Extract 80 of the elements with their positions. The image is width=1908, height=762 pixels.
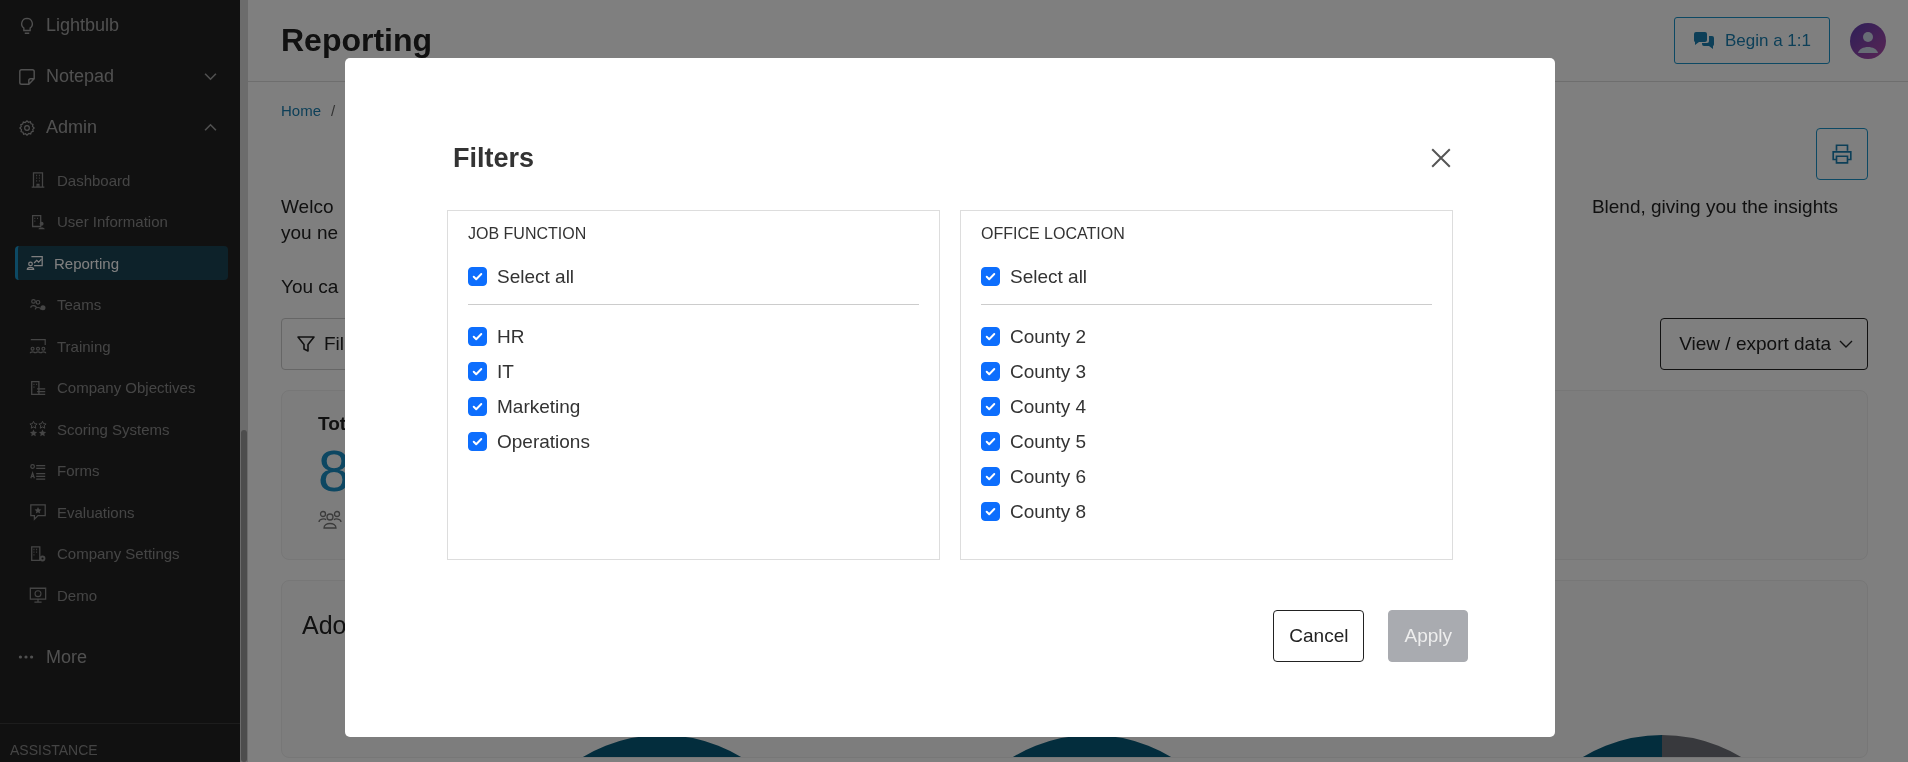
close-button[interactable] xyxy=(1430,147,1452,169)
checkbox-label[interactable]: County 2 xyxy=(1010,325,1087,348)
checkbox[interactable] xyxy=(981,432,1000,451)
chevron-icon xyxy=(203,72,218,81)
check-icon xyxy=(984,400,997,413)
checkbox-label[interactable]: County 8 xyxy=(1010,500,1087,523)
note-icon xyxy=(18,67,36,86)
avatar[interactable] xyxy=(1850,22,1886,59)
checkbox-label[interactable]: Operations xyxy=(497,430,590,453)
checkbox-label[interactable]: Select all xyxy=(1010,265,1088,288)
dialog-title: Filters xyxy=(453,142,535,174)
checkbox[interactable] xyxy=(468,432,487,451)
begin-button[interactable]: Begin a 1:1 xyxy=(1674,17,1830,64)
checkbox[interactable] xyxy=(981,502,1000,521)
card-title: Tot xyxy=(318,413,347,435)
chat-icon xyxy=(1693,31,1715,50)
cancel-button[interactable]: Cancel xyxy=(1273,610,1365,662)
people-icon xyxy=(29,337,47,355)
filter-icon xyxy=(296,334,316,354)
check-icon xyxy=(471,435,484,448)
checkbox[interactable] xyxy=(468,267,487,286)
check-icon xyxy=(984,365,997,378)
check-icon xyxy=(471,365,484,378)
breadcrumb-separator: / xyxy=(331,102,336,119)
checkbox-label[interactable]: County 4 xyxy=(1010,395,1087,418)
checkbox[interactable] xyxy=(981,327,1000,346)
people-icon xyxy=(318,508,342,529)
check-icon xyxy=(471,270,484,283)
checkbox-label[interactable]: Select all xyxy=(497,265,575,288)
checkbox-label[interactable]: Marketing xyxy=(497,395,581,418)
panel-heading: OFFICE LOCATION xyxy=(981,225,1126,243)
sidebar-item[interactable]: Admin xyxy=(0,102,240,153)
stars-icon xyxy=(29,420,47,438)
user-card-icon xyxy=(29,212,47,231)
chat-star-icon xyxy=(29,503,47,521)
chevron-icon xyxy=(1839,340,1853,348)
sidebar-item[interactable]: Notepad xyxy=(0,51,240,102)
intro-text: you ne xyxy=(281,222,339,244)
checkbox[interactable] xyxy=(981,362,1000,381)
checkbox[interactable] xyxy=(981,267,1000,286)
chevron-icon xyxy=(203,123,218,132)
checkbox-label[interactable]: HR xyxy=(497,325,525,348)
check-icon xyxy=(984,270,997,283)
check-icon xyxy=(984,505,997,518)
list-icon xyxy=(29,378,47,397)
checkbox[interactable] xyxy=(468,362,487,381)
export-button[interactable]: View / export data xyxy=(1660,318,1868,370)
check-icon xyxy=(471,330,484,343)
intro-text: You ca xyxy=(281,276,339,298)
check-icon xyxy=(984,435,997,448)
panel-heading: JOB FUNCTION xyxy=(468,225,588,243)
sidebar-item[interactable]: Lightbulb xyxy=(0,0,240,51)
page-title: Reporting xyxy=(281,22,433,59)
checkbox[interactable] xyxy=(468,397,487,416)
breadcrumb-link[interactable]: Home xyxy=(281,102,321,119)
more-icon xyxy=(18,654,34,660)
sidebar-item[interactable]: Reporting xyxy=(15,246,228,280)
monitor-icon xyxy=(29,586,47,604)
checkbox[interactable] xyxy=(981,467,1000,486)
checkbox-label[interactable]: County 6 xyxy=(1010,465,1087,488)
check-icon xyxy=(471,400,484,413)
checkbox[interactable] xyxy=(468,327,487,346)
intro-text: Blend, giving you the insights xyxy=(1591,196,1838,218)
card-title: Ado xyxy=(302,611,347,640)
checkbox-label[interactable]: County 5 xyxy=(1010,430,1087,453)
form-list-icon xyxy=(29,461,47,480)
printer-icon xyxy=(1831,143,1853,165)
print-button[interactable] xyxy=(1816,128,1868,180)
checkbox-label[interactable]: County 3 xyxy=(1010,360,1087,383)
gear-icon xyxy=(29,544,47,563)
check-icon xyxy=(984,330,997,343)
sidebar-item[interactable]: More xyxy=(0,631,240,683)
checkbox[interactable] xyxy=(981,397,1000,416)
building-icon xyxy=(29,171,47,189)
intro-text: Welco xyxy=(281,196,334,218)
check-icon xyxy=(984,470,997,483)
chart-icon xyxy=(26,254,44,272)
checkbox-label[interactable]: IT xyxy=(497,360,514,383)
lightbulb-icon xyxy=(18,16,36,35)
settings-icon xyxy=(18,118,36,137)
